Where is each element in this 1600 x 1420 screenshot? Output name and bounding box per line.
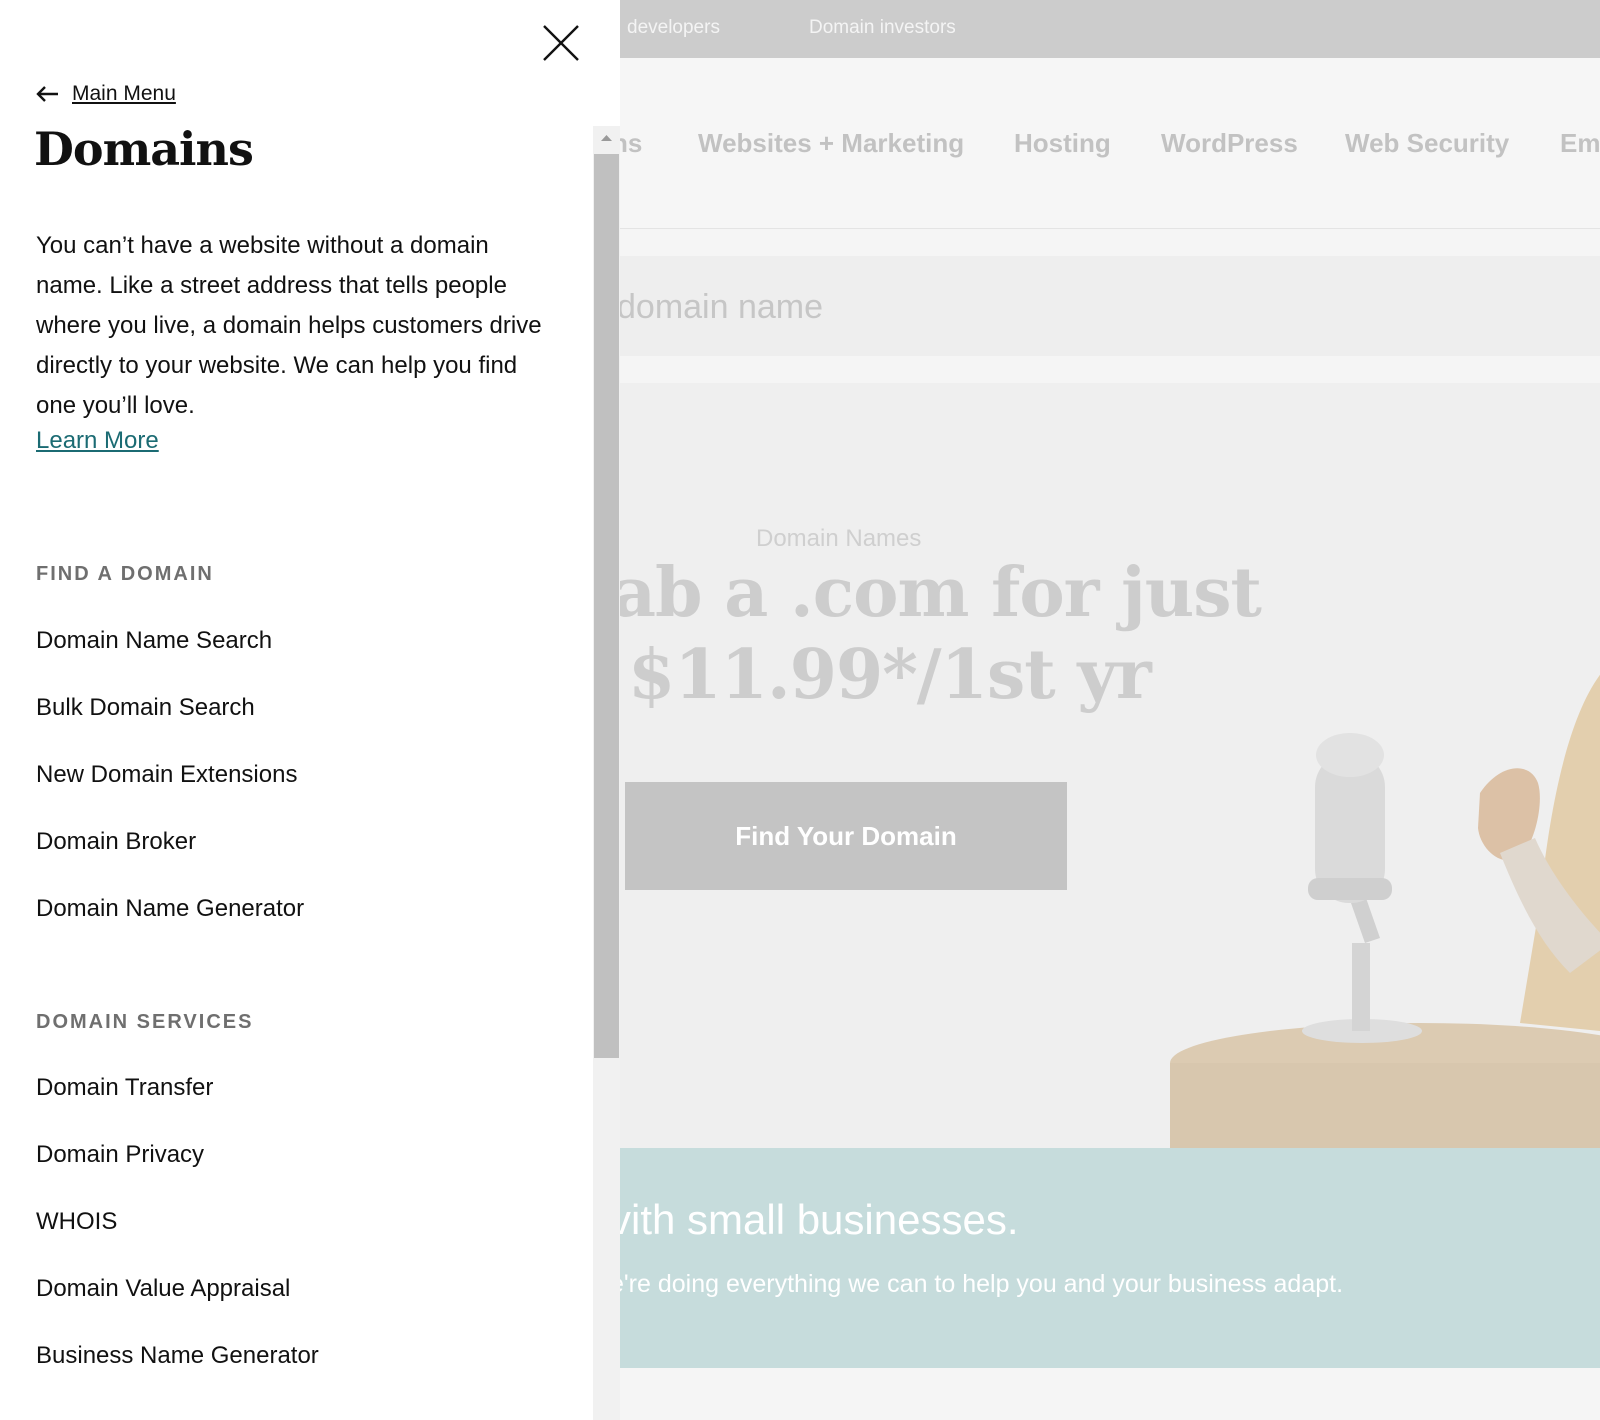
nav-item-wordpress[interactable]: WordPress <box>1161 128 1298 159</box>
domains-menu-panel: Main Menu Domains You can’t have a websi… <box>0 0 620 1420</box>
section-heading-domain-services: Domain Services <box>36 1011 254 1033</box>
top-link-domain-investors[interactable]: Domain investors <box>809 17 956 39</box>
close-button[interactable] <box>540 22 582 64</box>
menu-item-domain-privacy[interactable]: Domain Privacy <box>36 1141 319 1208</box>
find-your-domain-button[interactable]: Find Your Domain <box>625 782 1067 890</box>
hero-kicker: Domain Names <box>756 525 922 552</box>
panel-description: You can’t have a website without a domai… <box>36 232 542 419</box>
hero-headline-line-1: ab a .com for just <box>612 553 1262 633</box>
menu-item-domain-broker[interactable]: Domain Broker <box>36 828 304 895</box>
menu-item-domain-value-appraisal[interactable]: Domain Value Appraisal <box>36 1275 319 1342</box>
menu-item-business-name-generator[interactable]: Business Name Generator <box>36 1342 319 1409</box>
section-heading-find-a-domain: Find a Domain <box>36 563 214 585</box>
arrow-left-icon <box>36 86 58 102</box>
back-link-label: Main Menu <box>72 82 176 105</box>
menu-item-whois[interactable]: WHOIS <box>36 1208 319 1275</box>
back-to-main-menu-link[interactable]: Main Menu <box>36 82 176 106</box>
scrollbar-thumb[interactable] <box>594 154 619 1058</box>
hero-headline-line-2: $11.99*/1st yr <box>628 635 1152 715</box>
menu-item-domain-name-search[interactable]: Domain Name Search <box>36 627 304 694</box>
top-link-developers[interactable]: developers <box>627 17 720 39</box>
panel-scrollbar[interactable] <box>593 126 620 1420</box>
domain-services-list: Domain Transfer Domain Privacy WHOIS Dom… <box>36 1074 319 1409</box>
learn-more-link[interactable]: Learn More <box>36 427 159 455</box>
banner-title: vith small businesses. <box>610 1196 1019 1243</box>
menu-item-new-domain-extensions[interactable]: New Domain Extensions <box>36 761 304 828</box>
scroll-up-arrow-icon[interactable] <box>593 130 620 146</box>
nav-item-email[interactable]: Ema <box>1560 128 1600 159</box>
menu-item-domain-name-generator[interactable]: Domain Name Generator <box>36 895 304 962</box>
banner-subtitle: e're doing everything we can to help you… <box>610 1270 1344 1298</box>
hero-photo <box>1170 674 1600 1148</box>
nav-item-hosting[interactable]: Hosting <box>1014 128 1111 159</box>
nav-item-websites-marketing[interactable]: Websites + Marketing <box>698 128 964 159</box>
menu-item-domain-transfer[interactable]: Domain Transfer <box>36 1074 319 1141</box>
nav-item-web-security[interactable]: Web Security <box>1345 128 1509 159</box>
menu-item-bulk-domain-search[interactable]: Bulk Domain Search <box>36 694 304 761</box>
find-a-domain-list: Domain Name Search Bulk Domain Search Ne… <box>36 627 304 962</box>
panel-title: Domains <box>34 122 254 176</box>
close-icon <box>543 25 579 61</box>
search-placeholder: domain name <box>617 288 824 326</box>
